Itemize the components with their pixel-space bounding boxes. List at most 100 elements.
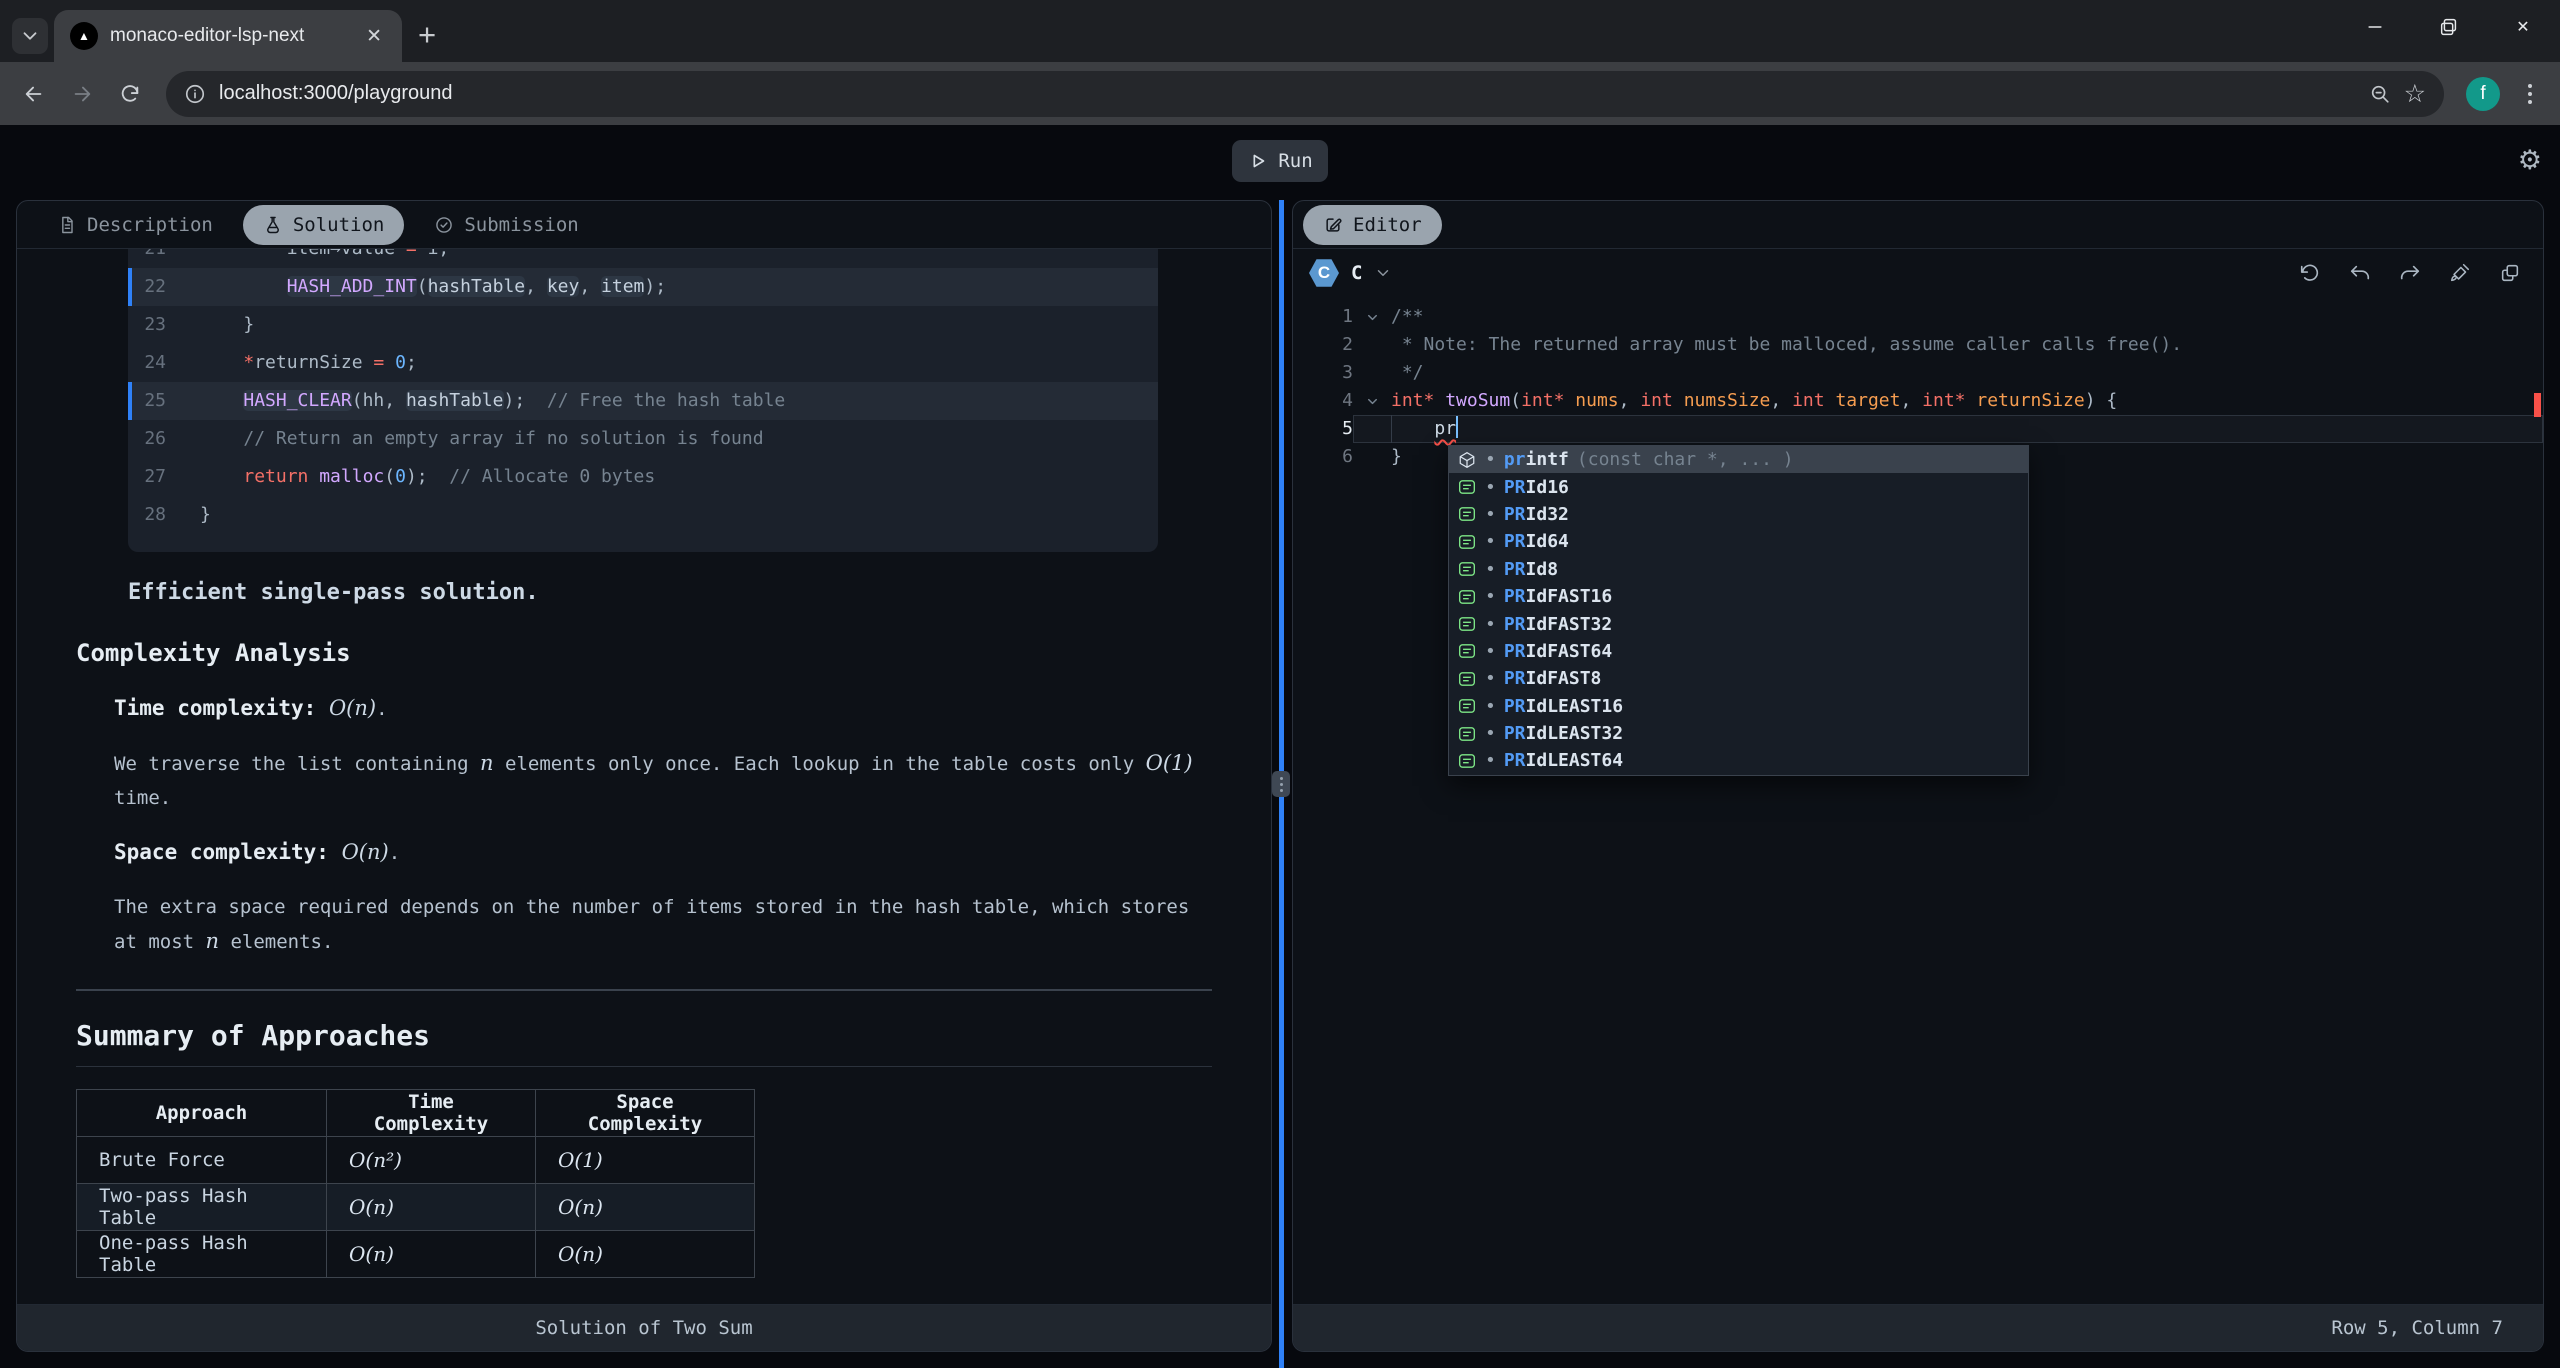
monaco-editor[interactable]: 1/**2 * Note: The returned array must be… xyxy=(1293,297,2543,1304)
c-language-icon: C xyxy=(1309,258,1339,288)
code-line: 28} xyxy=(128,496,1158,534)
suggestion-item[interactable]: •PRIdLEAST32 xyxy=(1449,720,2028,747)
suggestion-item[interactable]: •PRId64 xyxy=(1449,528,2028,555)
site-info-icon[interactable] xyxy=(184,83,206,105)
suggestion-label: PRId8 xyxy=(1504,559,1558,580)
suggestion-item[interactable]: •PRIdFAST64 xyxy=(1449,638,2028,665)
suggestion-label: PRIdFAST16 xyxy=(1504,586,1612,607)
code-line: 23 } xyxy=(128,306,1158,344)
autocomplete-widget: •printf(const char *, ... )•PRId16•PRId3… xyxy=(1448,445,2029,776)
browser-tab-strip: ▲ monaco-editor-lsp-next ✕ + ✕ xyxy=(0,0,2560,62)
settings-gear-icon[interactable]: ⚙ xyxy=(2518,147,2542,174)
problem-panel-header: Description Solution Submission xyxy=(17,201,1271,249)
table-cell: O(n) xyxy=(327,1231,536,1278)
check-icon xyxy=(434,215,454,235)
bookmark-star-icon[interactable]: ☆ xyxy=(2404,79,2426,108)
table-cell: O(1) xyxy=(536,1137,755,1184)
copy-code-button[interactable] xyxy=(2497,260,2523,286)
back-button[interactable] xyxy=(14,74,54,114)
magnifier-minus-icon xyxy=(2369,83,2391,105)
line-number: 2 xyxy=(1293,331,1353,359)
url-text[interactable]: localhost:3000/playground xyxy=(219,82,2356,105)
minimize-icon xyxy=(2364,16,2386,38)
tab-search-button[interactable] xyxy=(12,18,48,54)
editor-tab[interactable]: Editor xyxy=(1303,205,1442,245)
format-code-button[interactable] xyxy=(2447,260,2473,286)
suggestion-bullet: • xyxy=(1485,477,1496,498)
suggestion-item[interactable]: •PRId32 xyxy=(1449,501,2028,528)
suggestion-item[interactable]: •PRIdFAST16 xyxy=(1449,583,2028,610)
suggestion-item[interactable]: •PRId16 xyxy=(1449,473,2028,500)
complexity-paragraph: Space complexity: O(n). xyxy=(114,835,1214,870)
solution-note: Efficient single-pass solution. xyxy=(128,580,1271,605)
table-cell: O(n²) xyxy=(327,1137,536,1184)
text-kind-icon xyxy=(1457,724,1477,744)
tab-label: Solution xyxy=(293,214,385,236)
suggestion-label: PRIdLEAST16 xyxy=(1504,696,1623,717)
forward-button[interactable] xyxy=(62,74,102,114)
profile-avatar[interactable]: f xyxy=(2466,77,2500,111)
suggestion-item[interactable]: •PRIdFAST32 xyxy=(1449,610,2028,637)
reset-code-button[interactable] xyxy=(2297,260,2323,286)
fold-chevron-icon[interactable] xyxy=(1353,387,1391,415)
editor-line[interactable]: 2 * Note: The returned array must be mal… xyxy=(1293,331,2543,359)
text-kind-icon xyxy=(1457,587,1477,607)
resize-grip-handle[interactable] xyxy=(1272,771,1290,797)
table-cell: O(n) xyxy=(536,1184,755,1231)
table-row: One-pass Hash TableO(n)O(n) xyxy=(77,1231,755,1278)
browser-tab[interactable]: ▲ monaco-editor-lsp-next ✕ xyxy=(54,10,402,62)
browser-menu-button[interactable] xyxy=(2514,84,2546,104)
editor-line[interactable]: 3 */ xyxy=(1293,359,2543,387)
line-number: 25 xyxy=(128,382,166,420)
reload-button[interactable] xyxy=(110,74,150,114)
complexity-paragraphs: Time complexity: O(n).We traverse the li… xyxy=(17,691,1271,959)
minimize-button[interactable] xyxy=(2338,0,2412,54)
table-header: Approach xyxy=(77,1090,327,1137)
tab-close-icon[interactable]: ✕ xyxy=(362,23,386,50)
editor-line[interactable]: 4int* twoSum(int* nums, int numsSize, in… xyxy=(1293,387,2543,415)
site-favicon: ▲ xyxy=(70,22,98,50)
line-number: 3 xyxy=(1293,359,1353,387)
tab-submission[interactable]: Submission xyxy=(434,214,578,236)
pencil-icon xyxy=(1323,215,1343,235)
suggestion-item[interactable]: • PRId8 xyxy=(1449,556,2028,583)
redo-button[interactable] xyxy=(2397,260,2423,286)
editor-line[interactable]: 1/** xyxy=(1293,303,2543,331)
restore-icon xyxy=(2438,16,2460,38)
zoom-out-indicator-icon[interactable] xyxy=(2369,83,2391,105)
solution-code-block: 21 item→value = i;22 HASH_ADD_INT(hashTa… xyxy=(128,249,1158,552)
table-header: Time Complexity xyxy=(327,1090,536,1137)
editor-line[interactable]: 5 pr xyxy=(1293,415,2543,443)
code-line: 26 // Return an empty array if no soluti… xyxy=(128,420,1158,458)
solution-content: 21 item→value = i;22 HASH_ADD_INT(hashTa… xyxy=(17,249,1271,1304)
line-number: 22 xyxy=(128,268,166,306)
suggestion-bullet: • xyxy=(1485,750,1496,771)
redo-icon xyxy=(2399,262,2421,284)
line-number: 27 xyxy=(128,458,166,496)
browser-window: ▲ monaco-editor-lsp-next ✕ + ✕ xyxy=(0,0,2560,1368)
doc-icon xyxy=(57,215,77,235)
new-tab-button[interactable]: + xyxy=(418,19,436,50)
suggestion-bullet: • xyxy=(1485,559,1496,580)
suggestion-label: PRIdFAST64 xyxy=(1504,641,1612,662)
address-bar[interactable]: localhost:3000/playground ☆ xyxy=(166,71,2444,117)
tab-solution[interactable]: Solution xyxy=(243,205,405,245)
tab-description[interactable]: Description xyxy=(57,214,213,236)
text-kind-icon xyxy=(1457,614,1477,634)
fold-gutter xyxy=(1353,443,1391,471)
line-number: 26 xyxy=(128,420,166,458)
suggestion-item[interactable]: •printf(const char *, ... ) xyxy=(1449,446,2028,473)
problem-tabs: Description Solution Submission xyxy=(17,205,579,245)
suggestion-item[interactable]: •PRIdFAST8 xyxy=(1449,665,2028,692)
undo-button[interactable] xyxy=(2347,260,2373,286)
code-line: 24 *returnSize = 0; xyxy=(128,344,1158,382)
close-button[interactable]: ✕ xyxy=(2486,0,2560,54)
suggestion-detail: (const char *, ... ) xyxy=(1577,449,1794,470)
restore-button[interactable] xyxy=(2412,0,2486,54)
language-selector[interactable]: C C xyxy=(1309,258,1392,288)
suggestion-item[interactable]: •PRIdLEAST64 xyxy=(1449,747,2028,774)
suggestion-item[interactable]: •PRIdLEAST16 xyxy=(1449,693,2028,720)
run-button[interactable]: Run xyxy=(1232,140,1328,182)
forward-icon xyxy=(71,83,93,105)
fold-chevron-icon[interactable] xyxy=(1353,303,1391,331)
